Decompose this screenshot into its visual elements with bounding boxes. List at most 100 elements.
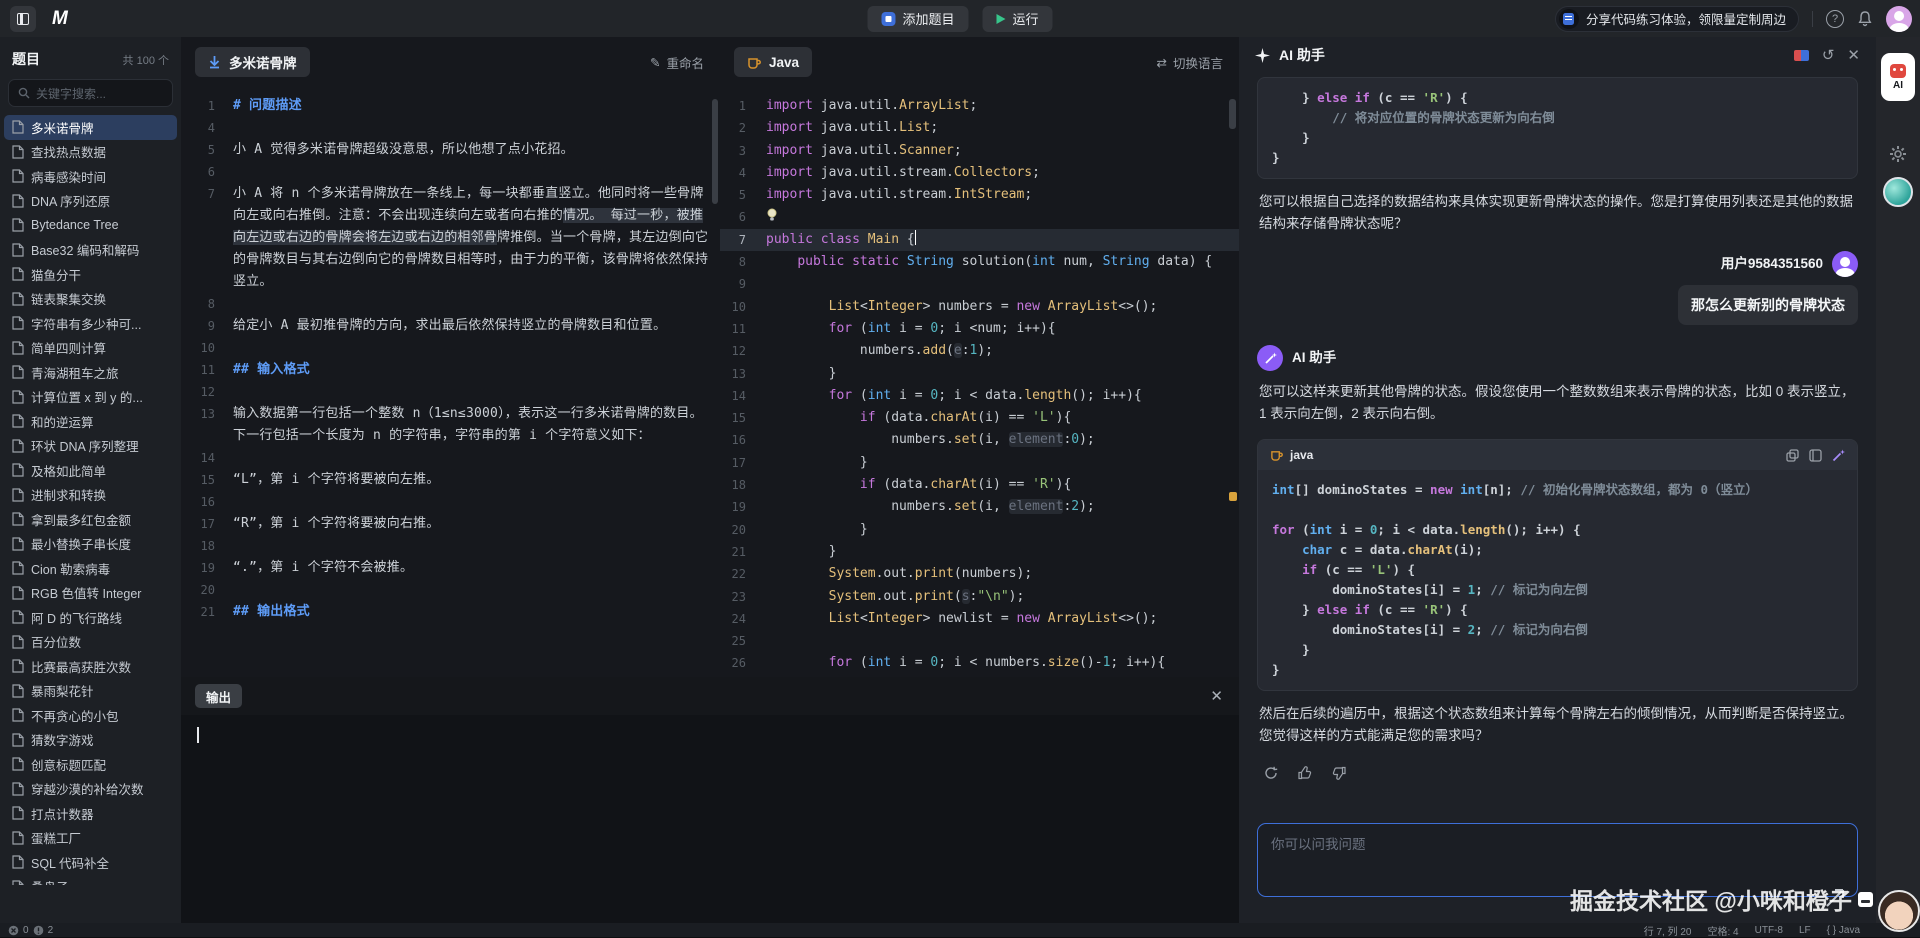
sidebar-problem-item[interactable]: 环状 DNA 序列整理 — [0, 434, 181, 459]
problem-item-label: 猜数字游戏 — [31, 730, 94, 749]
sidebar-problem-item[interactable]: 计算位置 x 到 y 的... — [0, 385, 181, 410]
output-tab[interactable]: 输出 — [195, 684, 242, 708]
flag-icon[interactable] — [1794, 50, 1809, 61]
sidebar-problem-item[interactable]: 及格如此简单 — [0, 458, 181, 483]
history-icon[interactable]: ↺ — [1822, 46, 1835, 64]
sidebar-problem-item[interactable]: 猜数字游戏 — [0, 728, 181, 753]
line-number: 14 — [181, 447, 233, 469]
sidebar-problem-item[interactable]: 猫鱼分干 — [0, 262, 181, 287]
output-close-icon[interactable]: ✕ — [1210, 687, 1223, 705]
problem-item-label: 字符串有多少种可... — [31, 314, 141, 333]
line-number: 10 — [720, 296, 766, 318]
ai-floating-button[interactable]: AI — [1881, 53, 1915, 101]
ai-close-icon[interactable]: ✕ — [1847, 46, 1860, 64]
sidebar-problem-item[interactable]: SQL 代码补全 — [0, 850, 181, 875]
sidebar-problem-item[interactable]: 青海湖租车之旅 — [0, 360, 181, 385]
add-problem-button[interactable]: 添加题目 — [867, 6, 968, 32]
sidebar-problem-item[interactable]: 病毒感染时间 — [0, 164, 181, 189]
indent-setting[interactable]: 空格: 4 — [1708, 923, 1739, 938]
settings-gear-icon[interactable] — [1889, 145, 1907, 163]
code-line: 25 — [720, 630, 1239, 652]
sidebar-problem-item[interactable]: RGB 色值转 Integer — [0, 581, 181, 606]
lightbulb-icon[interactable] — [766, 208, 778, 222]
notifications-bell-icon[interactable] — [1857, 10, 1873, 27]
problem-item-label: 打点计数器 — [31, 804, 94, 823]
sidebar-problem-item[interactable]: Cion 勒索病毒 — [0, 556, 181, 581]
ai-chat-input[interactable]: 你可以问我问题 — [1257, 823, 1858, 897]
floating-widget-icon[interactable] — [1883, 177, 1913, 207]
thumbs-up-icon — [1298, 766, 1312, 780]
sidebar-problem-item[interactable]: 穿越沙漠的补给次数 — [0, 777, 181, 802]
problem-count: 共 100 个 — [123, 52, 169, 68]
language-tab[interactable]: Java — [734, 47, 812, 77]
sidebar-problem-item[interactable]: 查找热点数据 — [0, 140, 181, 165]
editor-scrollbar[interactable] — [1229, 99, 1236, 129]
line-number: 16 — [720, 429, 766, 451]
output-console[interactable] — [181, 715, 1239, 923]
line-number: 3 — [720, 140, 766, 162]
problem-item-label: 查找热点数据 — [31, 142, 106, 161]
ai-input-placeholder: 你可以问我问题 — [1271, 833, 1366, 853]
error-count[interactable]: 0 — [23, 925, 29, 936]
sidebar-problem-item[interactable]: 暴雨梨花针 — [0, 679, 181, 704]
insert-code-icon[interactable] — [1809, 449, 1822, 462]
line-number: 20 — [181, 579, 233, 601]
problem-markdown-editor[interactable]: 1# 问题描述45小 A 觉得多米诺骨牌超级没意思，所以他想了点小花招。67小 … — [181, 95, 710, 677]
warning-count[interactable]: 2 — [48, 925, 54, 936]
line-text — [233, 337, 710, 359]
sidebar-problem-item[interactable]: 阿 D 的飞行路线 — [0, 605, 181, 630]
sidebar-problem-item[interactable]: 最小替换子串长度 — [0, 532, 181, 557]
sidebar-problem-item[interactable]: 字符串有多少种可... — [0, 311, 181, 336]
sidebar-problem-item[interactable]: 多米诺骨牌 — [4, 115, 177, 140]
run-button[interactable]: 运行 — [983, 6, 1053, 32]
thumbs-up-button[interactable] — [1293, 761, 1317, 785]
sidebar-problem-item[interactable]: 不再贪心的小包 — [0, 703, 181, 728]
sidebar-problem-item[interactable]: 叠盘子 — [0, 875, 181, 886]
sidebar-problem-item[interactable]: Bytedance Tree — [0, 213, 181, 238]
sidebar-problem-item[interactable]: Base32 编码和解码 — [0, 238, 181, 263]
sidebar-problem-item[interactable]: 简单四则计算 — [0, 336, 181, 361]
help-icon[interactable]: ? — [1826, 10, 1844, 28]
eol-setting[interactable]: LF — [1799, 925, 1811, 936]
cursor-position[interactable]: 行 7, 列 20 — [1644, 923, 1692, 938]
code-line: 4import java.util.stream.Collectors; — [720, 162, 1239, 184]
promo-badge[interactable]: 分享代码练习体验，领限量定制周边 — [1555, 6, 1799, 32]
sidebar-toggle-button[interactable] — [10, 6, 36, 32]
description-scrollbar[interactable] — [712, 99, 718, 204]
magic-wand-icon[interactable] — [1832, 449, 1845, 462]
switch-language-button[interactable]: ⇄ 切换语言 — [1157, 53, 1224, 72]
sidebar-title: 题目 — [12, 49, 40, 69]
rename-button[interactable]: ✎ 重命名 — [650, 53, 704, 72]
sidebar-problem-item[interactable]: 创意标题匹配 — [0, 752, 181, 777]
thumbs-down-button[interactable] — [1327, 761, 1351, 785]
send-icon[interactable] — [1825, 888, 1845, 908]
ai-message-text: 您可以这样来更新其他骨牌的状态。假设您使用一个整数数组来表示骨牌的状态，比如 0… — [1259, 381, 1856, 425]
sidebar-problem-item[interactable]: 拿到最多红包金额 — [0, 507, 181, 532]
sidebar-problem-item[interactable]: 打点计数器 — [0, 801, 181, 826]
sidebar-problem-item[interactable]: 比赛最高获胜次数 — [0, 654, 181, 679]
description-line: 19“.”，第 i 个字符不会被推。 — [181, 557, 710, 579]
app-logo[interactable]: M — [52, 8, 67, 30]
ai-chat-history[interactable]: } else if (c == 'R') { // 将对应位置的骨牌状态更新为向… — [1239, 73, 1876, 813]
sidebar-problem-item[interactable]: 百分位数 — [0, 630, 181, 655]
description-line: 13输入数据第一行包括一个整数 n（1≤n≤3000），表示这一行多米诺骨牌的数… — [181, 403, 710, 447]
search-input[interactable]: 关键字搜索... — [8, 79, 173, 107]
sidebar-problem-item[interactable]: DNA 序列还原 — [0, 189, 181, 214]
sidebar-problem-item[interactable]: 蛋糕工厂 — [0, 826, 181, 851]
language-mode[interactable]: { } Java — [1827, 925, 1860, 936]
sidebar-problem-item[interactable]: 和的逆运算 — [0, 409, 181, 434]
download-arrow-icon — [208, 55, 221, 69]
user-avatar[interactable] — [1886, 6, 1912, 32]
code-line: 8 public static String solution(int num,… — [720, 251, 1239, 273]
sidebar-problem-item[interactable]: 链表聚集交换 — [0, 287, 181, 312]
encoding[interactable]: UTF-8 — [1755, 925, 1783, 936]
file-icon — [12, 120, 24, 134]
line-text: ## 输出格式 — [233, 601, 710, 623]
problem-item-label: 多米诺骨牌 — [31, 118, 94, 137]
regenerate-button[interactable] — [1259, 761, 1283, 785]
problem-item-label: 叠盘子 — [31, 877, 69, 885]
code-editor[interactable]: 1import java.util.ArrayList;2import java… — [720, 95, 1239, 677]
copy-icon[interactable] — [1786, 449, 1799, 462]
sidebar-problem-item[interactable]: 进制求和转换 — [0, 483, 181, 508]
problem-tab[interactable]: 多米诺骨牌 — [195, 47, 310, 77]
